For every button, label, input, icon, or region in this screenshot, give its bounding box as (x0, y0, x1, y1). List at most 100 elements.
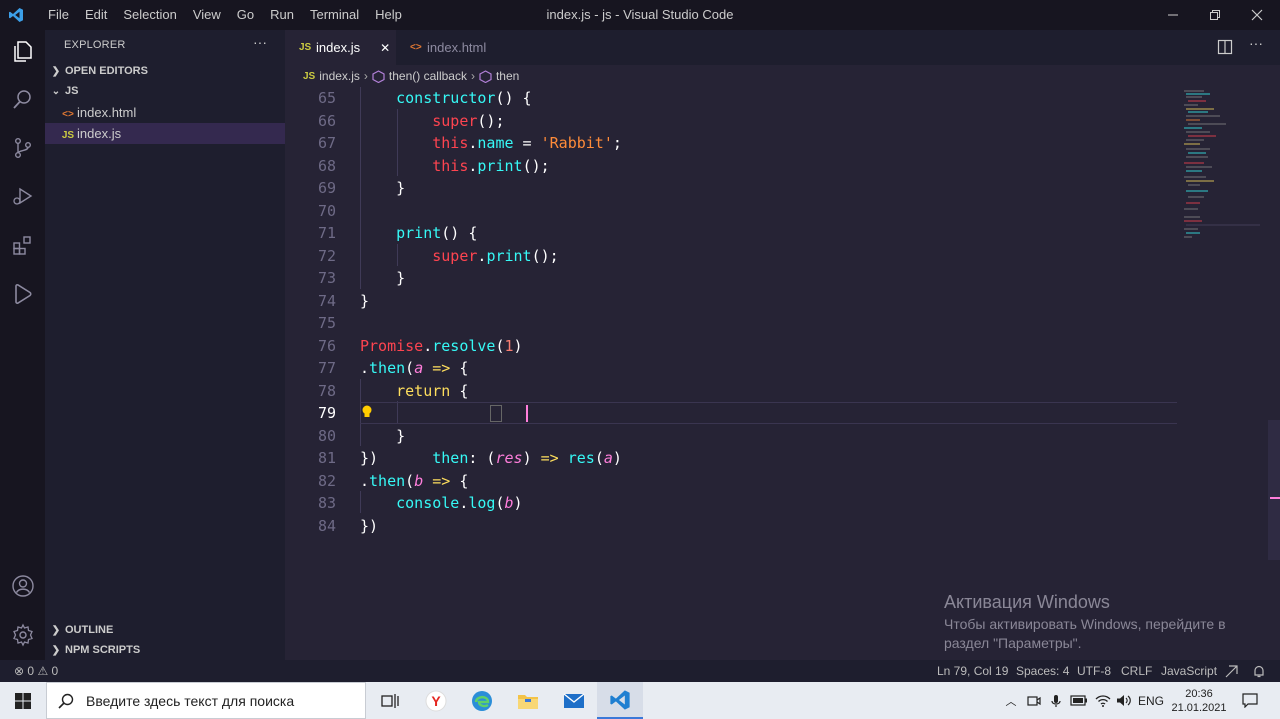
menu-edit[interactable]: Edit (77, 0, 115, 30)
volume-icon[interactable] (1114, 682, 1134, 719)
taskbar-app-yandex[interactable]: Y (413, 682, 459, 719)
taskbar-app-mail[interactable] (551, 682, 597, 719)
tab-index-js[interactable]: JS index.js ✕ (285, 30, 396, 65)
feedback-icon[interactable] (1225, 660, 1238, 682)
run-debug-icon[interactable] (9, 182, 36, 209)
encoding[interactable]: UTF-8 (1077, 660, 1111, 682)
open-editors-section[interactable]: ❯ OPEN EDITORS (45, 61, 285, 81)
code-text: Promise.resolve(1) (360, 336, 523, 355)
code-line: 68 this.print(); (285, 155, 1280, 178)
npm-scripts-section[interactable]: ❯ NPM SCRIPTS (45, 640, 285, 660)
line-number: 76 (317, 336, 336, 355)
warning-count: 0 (51, 664, 59, 678)
menu-selection[interactable]: Selection (115, 0, 184, 30)
breadcrumb-file[interactable]: index.js (319, 69, 360, 83)
chevron-right-icon: ❯ (51, 645, 61, 656)
menu-go[interactable]: Go (229, 0, 262, 30)
remote-explorer-icon[interactable] (9, 280, 36, 307)
microphone-icon[interactable] (1046, 682, 1066, 719)
input-language[interactable]: ENG (1136, 682, 1166, 719)
source-control-icon[interactable] (9, 134, 36, 161)
file-item-index-js[interactable]: JS index.js (45, 123, 285, 144)
chevron-up-icon: ︿ (1005, 695, 1017, 708)
code-text: super.print(); (432, 246, 559, 265)
action-center-button[interactable] (1234, 682, 1266, 719)
problems-indicator[interactable]: ⊗ 0 ⚠ 0 (14, 660, 58, 682)
js-file-icon: JS (299, 42, 312, 53)
code-text: this.name = 'Rabbit'; (432, 134, 622, 152)
menu-help[interactable]: Help (367, 0, 410, 30)
line-number: 78 (317, 381, 336, 400)
code-text: console.log(b) (396, 494, 523, 512)
more-actions-icon[interactable]: ··· (1249, 35, 1263, 51)
code-text: return { (396, 381, 469, 400)
code-line: 66 super(); (285, 110, 1280, 133)
npm-scripts-label: NPM SCRIPTS (65, 644, 141, 656)
menu-file[interactable]: File (40, 0, 77, 30)
taskbar-app-edge[interactable] (459, 682, 505, 719)
extensions-icon[interactable] (9, 231, 36, 258)
battery-icon[interactable] (1068, 682, 1090, 719)
taskbar-app-file-explorer[interactable] (505, 682, 551, 719)
code-line: 74} (285, 290, 1280, 313)
tab-index-html[interactable]: <> index.html (396, 30, 511, 65)
account-icon[interactable] (9, 572, 36, 599)
code-line: 73 } (285, 267, 1280, 290)
line-number: 65 (317, 89, 336, 107)
line-number: 70 (317, 201, 336, 220)
search-icon[interactable] (9, 85, 36, 112)
outline-section[interactable]: ❯ OUTLINE (45, 620, 285, 640)
wifi-icon[interactable] (1092, 682, 1114, 719)
breadcrumb-then[interactable]: then (496, 69, 519, 83)
status-bar: ⊗ 0 ⚠ 0 Ln 79, Col 19 Spaces: 4 UTF-8 CR… (0, 660, 1280, 682)
clock[interactable]: 20:36 21.01.2021 (1168, 682, 1230, 719)
tab-label: index.js (316, 40, 361, 55)
minimize-icon (1168, 14, 1178, 16)
close-tab-icon[interactable]: ✕ (380, 41, 390, 55)
js-file-icon: JS (61, 130, 75, 141)
meet-now-icon[interactable] (1024, 682, 1044, 719)
restore-icon (1210, 10, 1220, 20)
minimize-button[interactable] (1150, 0, 1196, 30)
breadcrumb-callback[interactable]: then() callback (389, 69, 467, 83)
code-line: 70 (285, 200, 1280, 223)
notifications-icon[interactable] (1253, 660, 1265, 682)
minimap[interactable] (1180, 87, 1266, 247)
restore-button[interactable] (1192, 0, 1238, 30)
file-item-index-html[interactable]: <> index.html (45, 102, 285, 123)
lightbulb-icon[interactable] (361, 404, 373, 427)
menu-terminal[interactable]: Terminal (302, 0, 367, 30)
code-text: }) (360, 449, 379, 467)
folder-js-section[interactable]: ⌄ JS (45, 81, 285, 101)
breadcrumb-separator: › (363, 69, 368, 83)
start-button[interactable] (0, 682, 46, 719)
taskbar-search[interactable]: Введите здесь текст для поиска (46, 682, 366, 719)
task-view-button[interactable] (367, 682, 413, 719)
menu-view[interactable]: View (185, 0, 229, 30)
indentation[interactable]: Spaces: 4 (1016, 660, 1069, 682)
menu-bar: File Edit Selection View Go Run Terminal… (40, 0, 410, 30)
vscode-logo-icon (9, 8, 23, 22)
line-number: 69 (317, 179, 336, 197)
line-number: 66 (317, 111, 336, 130)
taskbar-app-vscode[interactable] (597, 682, 643, 719)
clock-time: 20:36 (1185, 687, 1213, 700)
language-mode[interactable]: JavaScript (1161, 660, 1217, 682)
cursor-position[interactable]: Ln 79, Col 19 (937, 660, 1008, 682)
yandex-browser-icon: Y (425, 690, 447, 711)
show-hidden-icons-button[interactable]: ︿ (1002, 682, 1020, 719)
explorer-icon[interactable] (9, 37, 36, 64)
bracket-match-highlight (490, 405, 502, 422)
gear-icon[interactable] (9, 621, 36, 648)
code-line: 78 return { (285, 380, 1280, 403)
menu-run[interactable]: Run (262, 0, 302, 30)
code-text: print() { (396, 224, 478, 242)
line-ending[interactable]: CRLF (1121, 660, 1152, 682)
scrollbar-thumb[interactable] (1268, 420, 1280, 560)
split-editor-icon[interactable] (1217, 39, 1233, 60)
close-window-button[interactable] (1234, 0, 1280, 30)
line-number: 71 (317, 224, 336, 242)
code-editor[interactable]: 65 constructor() { 66 super(); 67 this.n… (285, 87, 1280, 660)
more-actions-icon[interactable]: ··· (253, 34, 267, 50)
code-text: } (360, 426, 406, 445)
